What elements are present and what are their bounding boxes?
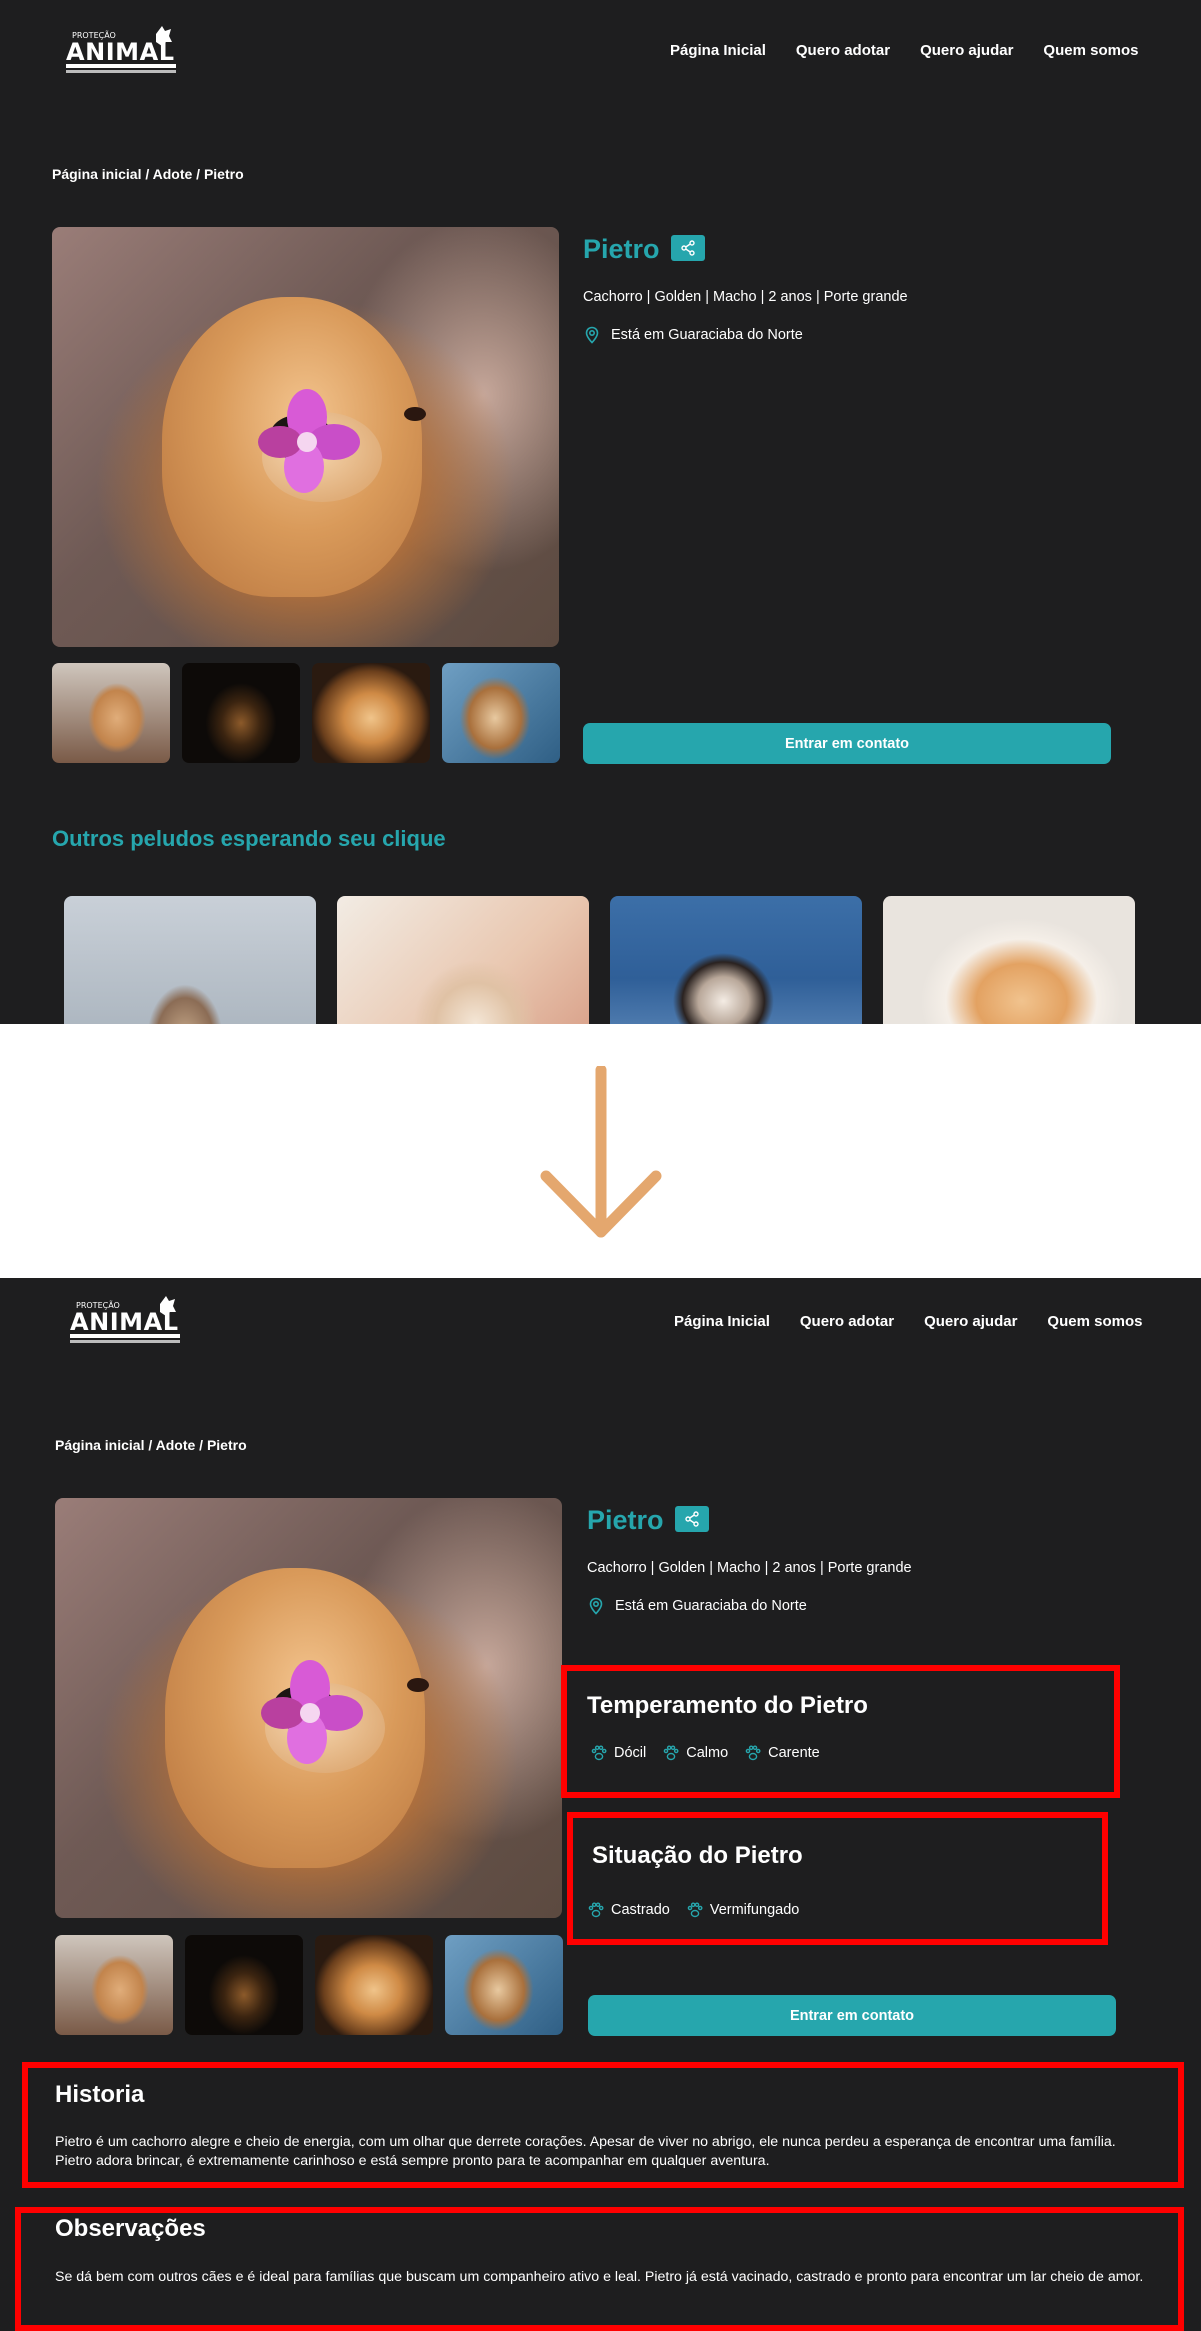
page-after: PROTEÇÃO ANIMAL Página Inicial Quero ado… [0, 1278, 1201, 2331]
logo-icon[interactable]: PROTEÇÃO ANIMAL [64, 20, 179, 78]
pet-name: Pietro [587, 1505, 664, 1535]
paw-icon [588, 1902, 604, 1918]
pet-card[interactable] [337, 896, 589, 1024]
pet-info: Cachorro | Golden | Macho | 2 anos | Por… [583, 289, 908, 305]
flower-icon [255, 1658, 365, 1768]
share-button[interactable] [671, 235, 705, 261]
nav-help[interactable]: Quero ajudar [920, 42, 1013, 59]
nav-about[interactable]: Quem somos [1047, 1313, 1142, 1330]
pet-info: Cachorro | Golden | Macho | 2 anos | Por… [587, 1560, 912, 1576]
location-text: Está em Guaraciaba do Norte [611, 327, 803, 343]
situation-list: Castrado Vermifungado [587, 1901, 799, 1919]
nav-adopt[interactable]: Quero adotar [800, 1313, 894, 1330]
pet-main-photo[interactable] [52, 227, 559, 647]
pet-name: Pietro [583, 234, 660, 264]
pet-card[interactable] [64, 896, 316, 1024]
thumbnail[interactable] [55, 1935, 173, 2035]
nav-home[interactable]: Página Inicial [670, 42, 766, 59]
temperament-item: Carente [744, 1744, 820, 1762]
situation-title: Situação do Pietro [592, 1842, 803, 1869]
contact-button[interactable]: Entrar em contato [583, 723, 1111, 764]
thumbnail[interactable] [185, 1935, 303, 2035]
breadcrumb[interactable]: Página inicial / Adote / Pietro [55, 1437, 247, 1453]
nav-help[interactable]: Quero ajudar [924, 1313, 1017, 1330]
pet-main-photo[interactable] [55, 1498, 562, 1918]
photo-thumbnails [52, 663, 560, 763]
svg-text:ANIMAL: ANIMAL [70, 1308, 178, 1336]
pet-card[interactable] [610, 896, 862, 1024]
main-nav: Página Inicial Quero adotar Quero ajudar… [674, 1313, 1142, 1330]
contact-button[interactable]: Entrar em contato [588, 1995, 1116, 2036]
history-text: Pietro é um cachorro alegre e cheio de e… [55, 2134, 1116, 2169]
share-icon [681, 240, 695, 256]
nav-adopt[interactable]: Quero adotar [796, 42, 890, 59]
thumbnail[interactable] [315, 1935, 433, 2035]
page-before: PROTEÇÃO ANIMAL Página Inicial Quero ado… [0, 0, 1201, 1024]
paw-icon [663, 1745, 679, 1761]
observations-text: Se dá bem com outros cães e é ideal para… [55, 2269, 1144, 2285]
pet-card[interactable] [883, 896, 1135, 1024]
temperament-title: Temperamento do Pietro [587, 1692, 868, 1719]
paw-icon [687, 1902, 703, 1918]
share-icon [685, 1511, 699, 1527]
photo-thumbnails [55, 1935, 563, 2035]
breadcrumb[interactable]: Página inicial / Adote / Pietro [52, 166, 244, 182]
highlight-situation [567, 1812, 1108, 1945]
logo-icon[interactable]: PROTEÇÃO ANIMAL [68, 1290, 183, 1348]
share-button[interactable] [675, 1506, 709, 1532]
temperament-list: Dócil Calmo Carente [590, 1744, 820, 1762]
history-title: Historia [55, 2081, 145, 2108]
paw-icon [745, 1745, 761, 1761]
nav-about[interactable]: Quem somos [1043, 42, 1138, 59]
location-pin-icon [589, 1597, 603, 1615]
flower-icon [252, 387, 362, 497]
svg-text:ANIMAL: ANIMAL [66, 38, 174, 66]
nav-home[interactable]: Página Inicial [674, 1313, 770, 1330]
location-pin-icon [585, 326, 599, 344]
situation-item: Castrado [587, 1901, 670, 1919]
temperament-item: Calmo [662, 1744, 728, 1762]
thumbnail[interactable] [52, 663, 170, 763]
thumbnail[interactable] [182, 663, 300, 763]
thumbnail[interactable] [312, 663, 430, 763]
thumbnail[interactable] [445, 1935, 563, 2035]
others-section-title: Outros peludos esperando seu clique [52, 826, 446, 851]
temperament-item: Dócil [590, 1744, 646, 1762]
situation-item: Vermifungado [686, 1901, 799, 1919]
paw-icon [591, 1745, 607, 1761]
main-nav: Página Inicial Quero adotar Quero ajudar… [670, 42, 1138, 59]
pet-location: Está em Guaraciaba do Norte [583, 326, 803, 344]
observations-title: Observações [55, 2215, 206, 2242]
location-text: Está em Guaraciaba do Norte [615, 1598, 807, 1614]
highlight-temperament [561, 1665, 1120, 1798]
arrow-down-icon [540, 1064, 662, 1241]
thumbnail[interactable] [442, 663, 560, 763]
pet-location: Está em Guaraciaba do Norte [587, 1597, 807, 1615]
